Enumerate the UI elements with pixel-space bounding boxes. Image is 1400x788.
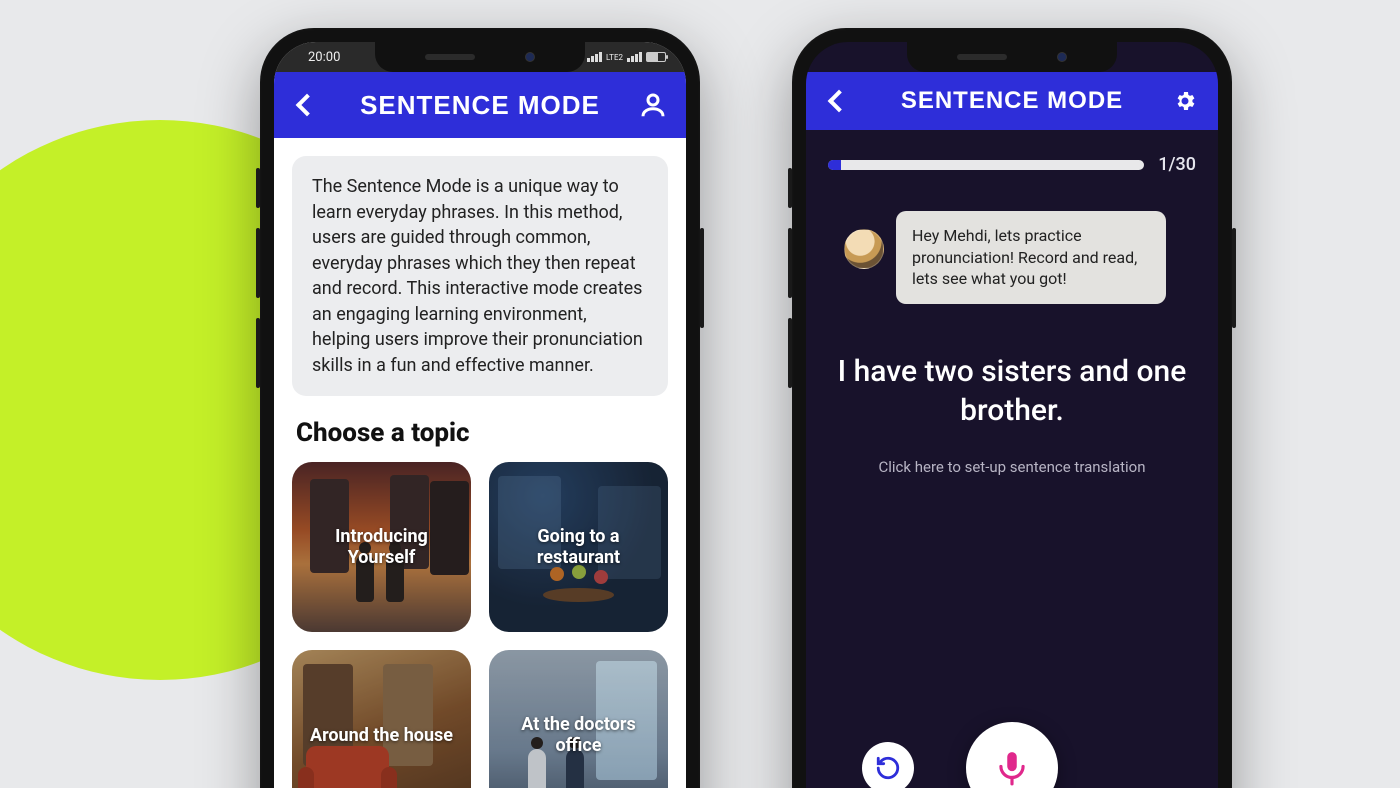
person-icon xyxy=(638,90,668,120)
topic-label: Going to a restaurant xyxy=(499,526,658,568)
chevron-left-icon xyxy=(296,94,319,117)
signal-icon xyxy=(587,52,602,62)
reset-icon xyxy=(875,755,901,781)
chevron-left-icon xyxy=(828,90,851,113)
topic-card-introducing-yourself[interactable]: Introducing Yourself xyxy=(292,462,471,632)
coach-message: Hey Mehdi, lets practice pronunciation! … xyxy=(896,211,1166,304)
phone-notch xyxy=(907,42,1117,72)
coach-avatar xyxy=(844,229,884,269)
practice-sentence: I have two sisters and one brother. xyxy=(806,314,1218,440)
choose-topic-heading: Choose a topic xyxy=(296,418,664,448)
profile-button[interactable] xyxy=(638,90,668,120)
phone-notch xyxy=(375,42,585,72)
topic-card-house[interactable]: Around the house xyxy=(292,650,471,788)
translation-setup-link[interactable]: Click here to set-up sentence translatio… xyxy=(806,440,1218,494)
record-button[interactable] xyxy=(966,722,1058,788)
reset-button[interactable] xyxy=(862,742,914,788)
settings-button[interactable] xyxy=(1170,86,1200,116)
topic-illustration xyxy=(292,650,471,788)
back-button[interactable] xyxy=(824,86,854,116)
app-bar: SENTENCE MODE xyxy=(806,72,1218,130)
app-bar: SENTENCE MODE xyxy=(274,72,686,138)
topic-card-restaurant[interactable]: Going to a restaurant xyxy=(489,462,668,632)
signal-icon-2 xyxy=(627,52,642,62)
topic-label: Around the house xyxy=(310,725,453,746)
progress-row: 1/30 xyxy=(806,130,1218,185)
topic-card-doctors[interactable]: At the doctors office xyxy=(489,650,668,788)
gear-icon xyxy=(1173,89,1197,113)
progress-counter: 1/30 xyxy=(1158,154,1196,175)
phone-mockup-right: SENTENCE MODE 1/30 Hey Mehdi, lets pract… xyxy=(792,28,1232,788)
microphone-icon xyxy=(993,749,1031,787)
page-title: SENTENCE MODE xyxy=(360,90,600,121)
status-time: 20:00 xyxy=(308,50,340,65)
phone-mockup-left: 20:00 LTE2 SENTENCE MODE The Sentence Mo… xyxy=(260,28,700,788)
recording-controls xyxy=(806,722,1218,788)
back-button[interactable] xyxy=(292,90,322,120)
topic-label: At the doctors office xyxy=(499,714,658,756)
page-title: SENTENCE MODE xyxy=(901,87,1123,115)
mode-description: The Sentence Mode is a unique way to lea… xyxy=(292,156,668,396)
battery-icon xyxy=(646,52,666,62)
topics-grid: Introducing Yourself Going to a restaura… xyxy=(292,462,668,788)
coach-message-row: Hey Mehdi, lets practice pronunciation! … xyxy=(824,185,1218,314)
progress-fill xyxy=(828,160,841,170)
progress-bar[interactable] xyxy=(828,160,1144,170)
topic-label: Introducing Yourself xyxy=(302,526,461,568)
